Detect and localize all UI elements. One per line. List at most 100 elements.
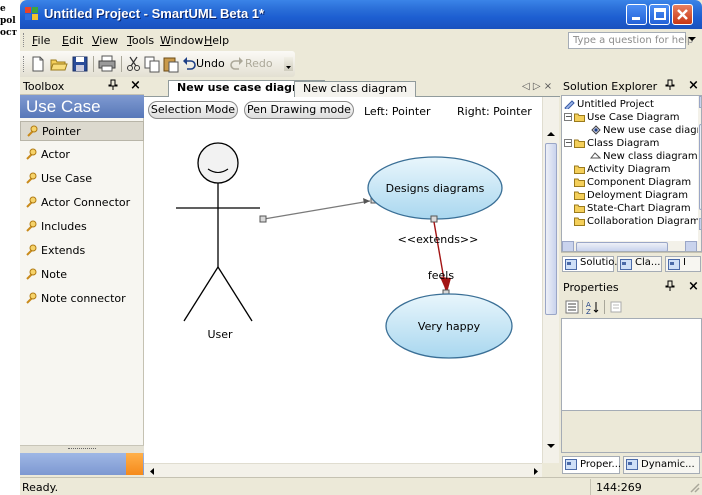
scroll-down-arrow-icon[interactable]: [546, 442, 556, 450]
close-button[interactable]: [672, 4, 693, 25]
actor-label: User: [207, 328, 233, 341]
properties-close-icon[interactable]: ×: [688, 279, 699, 294]
toolbox-item-actor-connector[interactable]: Actor Connector: [20, 193, 144, 213]
canvas-horizontal-scrollbar[interactable]: [144, 463, 542, 477]
tab-other-view[interactable]: I: [665, 256, 701, 272]
redo-icon[interactable]: [230, 55, 244, 73]
solution-tree-hscroll-thumb[interactable]: [576, 242, 668, 251]
pointer-tool-icon: [26, 196, 37, 208]
scroll-right-arrow-icon[interactable]: [532, 467, 540, 476]
usecase-very-happy-label: Very happy: [418, 320, 481, 333]
solution-explorer-pin-icon[interactable]: [665, 79, 675, 94]
tree-item-new-class-diagram[interactable]: New class diagram: [603, 150, 698, 163]
tab-new-class-diagram[interactable]: New class diagram: [294, 81, 417, 97]
toolbox-splitter[interactable]: [20, 445, 144, 453]
title-bar[interactable]: Untitled Project - SmartUML Beta 1*: [20, 0, 702, 29]
scroll-left-arrow-icon[interactable]: [148, 467, 156, 476]
menu-view[interactable]: View: [92, 34, 118, 47]
toolbox-item-note-connector[interactable]: Note connector: [20, 289, 144, 309]
scroll-up-arrow-icon[interactable]: [546, 130, 556, 138]
toolbar-separator: [121, 56, 122, 72]
actor-user[interactable]: [176, 142, 260, 322]
new-file-icon[interactable]: [30, 55, 46, 73]
folder-icon: [574, 113, 585, 122]
tab-class-view[interactable]: Cla...: [617, 256, 662, 272]
help-dropdown-arrow-icon[interactable]: [688, 37, 696, 41]
toolbox-category[interactable]: Use Case: [20, 95, 144, 118]
background-document-strip: e pol ост: [0, 0, 20, 495]
menu-help[interactable]: Help: [204, 34, 229, 47]
tree-item-class-diagram[interactable]: Class Diagram: [587, 137, 659, 150]
toolbox-close-icon[interactable]: ×: [130, 78, 141, 93]
save-icon[interactable]: [72, 55, 88, 73]
toolbox-item-pointer[interactable]: Pointer: [20, 121, 144, 141]
print-icon[interactable]: [98, 55, 116, 73]
toolbar-grip[interactable]: [23, 56, 26, 72]
toolbox-pin-icon[interactable]: [108, 79, 118, 94]
status-text: Ready.: [22, 481, 59, 494]
menu-file[interactable]: File: [32, 34, 50, 47]
alphabetical-sort-icon[interactable]: AZ: [586, 300, 600, 314]
toolbox-item-use-case[interactable]: Use Case: [20, 169, 144, 189]
menu-window[interactable]: Window: [160, 34, 203, 47]
tree-collapse-toggle[interactable]: −: [564, 139, 572, 147]
menu-tools[interactable]: Tools: [127, 34, 154, 47]
tree-item-new-use-case-diagr[interactable]: New use case diagr: [603, 124, 701, 137]
tab-nav-controls[interactable]: ◁ ▷ ×: [522, 81, 552, 92]
minimize-icon: [627, 5, 646, 24]
toolbar-overflow-chevron-icon[interactable]: [284, 57, 293, 71]
tree-item-activity-diagram[interactable]: Activity Diagram: [587, 163, 671, 176]
association-line[interactable]: [263, 200, 371, 220]
canvas-vertical-scroll-thumb[interactable]: [545, 143, 557, 315]
menu-view-label: iew: [99, 34, 119, 47]
paste-icon[interactable]: [163, 55, 179, 73]
tree-item-collaboration-diagram[interactable]: Collaboration Diagram: [587, 215, 700, 228]
maximize-button[interactable]: [649, 4, 670, 25]
extends-start-handle[interactable]: [430, 215, 438, 223]
help-search-input[interactable]: Type a question for help: [568, 32, 693, 49]
pen-drawing-mode-button[interactable]: Pen Drawing mode: [244, 101, 354, 119]
tab-properties[interactable]: Proper...: [562, 456, 621, 474]
properties-pin-icon[interactable]: [665, 280, 675, 295]
canvas-vertical-scrollbar[interactable]: [542, 97, 559, 463]
tree-collapse-toggle[interactable]: −: [564, 113, 572, 121]
undo-icon[interactable]: [182, 55, 196, 73]
tree-item-component-diagram[interactable]: Component Diagram: [587, 176, 691, 189]
tree-item-state-chart-diagram[interactable]: State-Chart Diagram: [587, 202, 691, 215]
toolbox-panel: Use Case Pointer Actor Use Case Actor Conne…: [20, 95, 144, 475]
toolbox-item-note[interactable]: Note: [20, 265, 144, 285]
solution-tree-vertical-scrollbar[interactable]: [698, 96, 701, 243]
solution-explorer-tabs: Solutio... Cla... I: [561, 252, 702, 274]
toolbox-item-label: Actor Connector: [41, 196, 131, 209]
copy-icon[interactable]: [144, 55, 160, 73]
tree-item-use-case-diagram[interactable]: Use Case Diagram: [587, 111, 679, 124]
association-start-handle[interactable]: [259, 215, 267, 223]
minimize-button[interactable]: [626, 4, 647, 25]
undo-button[interactable]: Undo: [196, 57, 225, 70]
selection-mode-button[interactable]: Selection Mode: [148, 101, 238, 119]
tree-item-deloyment-diagram[interactable]: Deloyment Diagram: [587, 189, 688, 202]
resize-grip-icon[interactable]: [688, 481, 700, 493]
toolbox-item-includes[interactable]: Includes: [20, 217, 144, 237]
tab-solution-explorer[interactable]: Solutio...: [562, 256, 624, 272]
toolbox-item-actor[interactable]: Actor: [20, 145, 144, 165]
menu-edit[interactable]: Edit: [62, 34, 83, 47]
property-pages-icon[interactable]: [609, 300, 623, 314]
redo-button[interactable]: Redo: [245, 57, 273, 70]
menu-grip[interactable]: [23, 33, 26, 47]
diagram-canvas[interactable]: Designs diagrams <<extends>> feels Very …: [144, 97, 542, 463]
properties-toolbar: AZ: [561, 296, 702, 318]
cut-icon[interactable]: [126, 55, 142, 73]
tree-item-untitled-project[interactable]: Untitled Project: [577, 98, 654, 111]
categorized-icon[interactable]: [565, 300, 579, 314]
properties-tab-icon: [565, 459, 577, 470]
help-search-placeholder: Type a question for help: [573, 35, 694, 46]
solution-explorer-close-icon[interactable]: ×: [688, 78, 699, 93]
tab-dynamic-help[interactable]: Dynamic...: [623, 456, 700, 474]
solution-tree: Untitled Project − Use Case Diagram New use…: [561, 95, 702, 252]
toolbox-item-extends[interactable]: Extends: [20, 241, 144, 261]
solution-tree-horizontal-scrollbar[interactable]: [562, 241, 701, 251]
menu-tools-label: ools: [131, 34, 155, 47]
open-folder-icon[interactable]: [50, 55, 68, 73]
toolbox-item-label: Use Case: [41, 172, 92, 185]
